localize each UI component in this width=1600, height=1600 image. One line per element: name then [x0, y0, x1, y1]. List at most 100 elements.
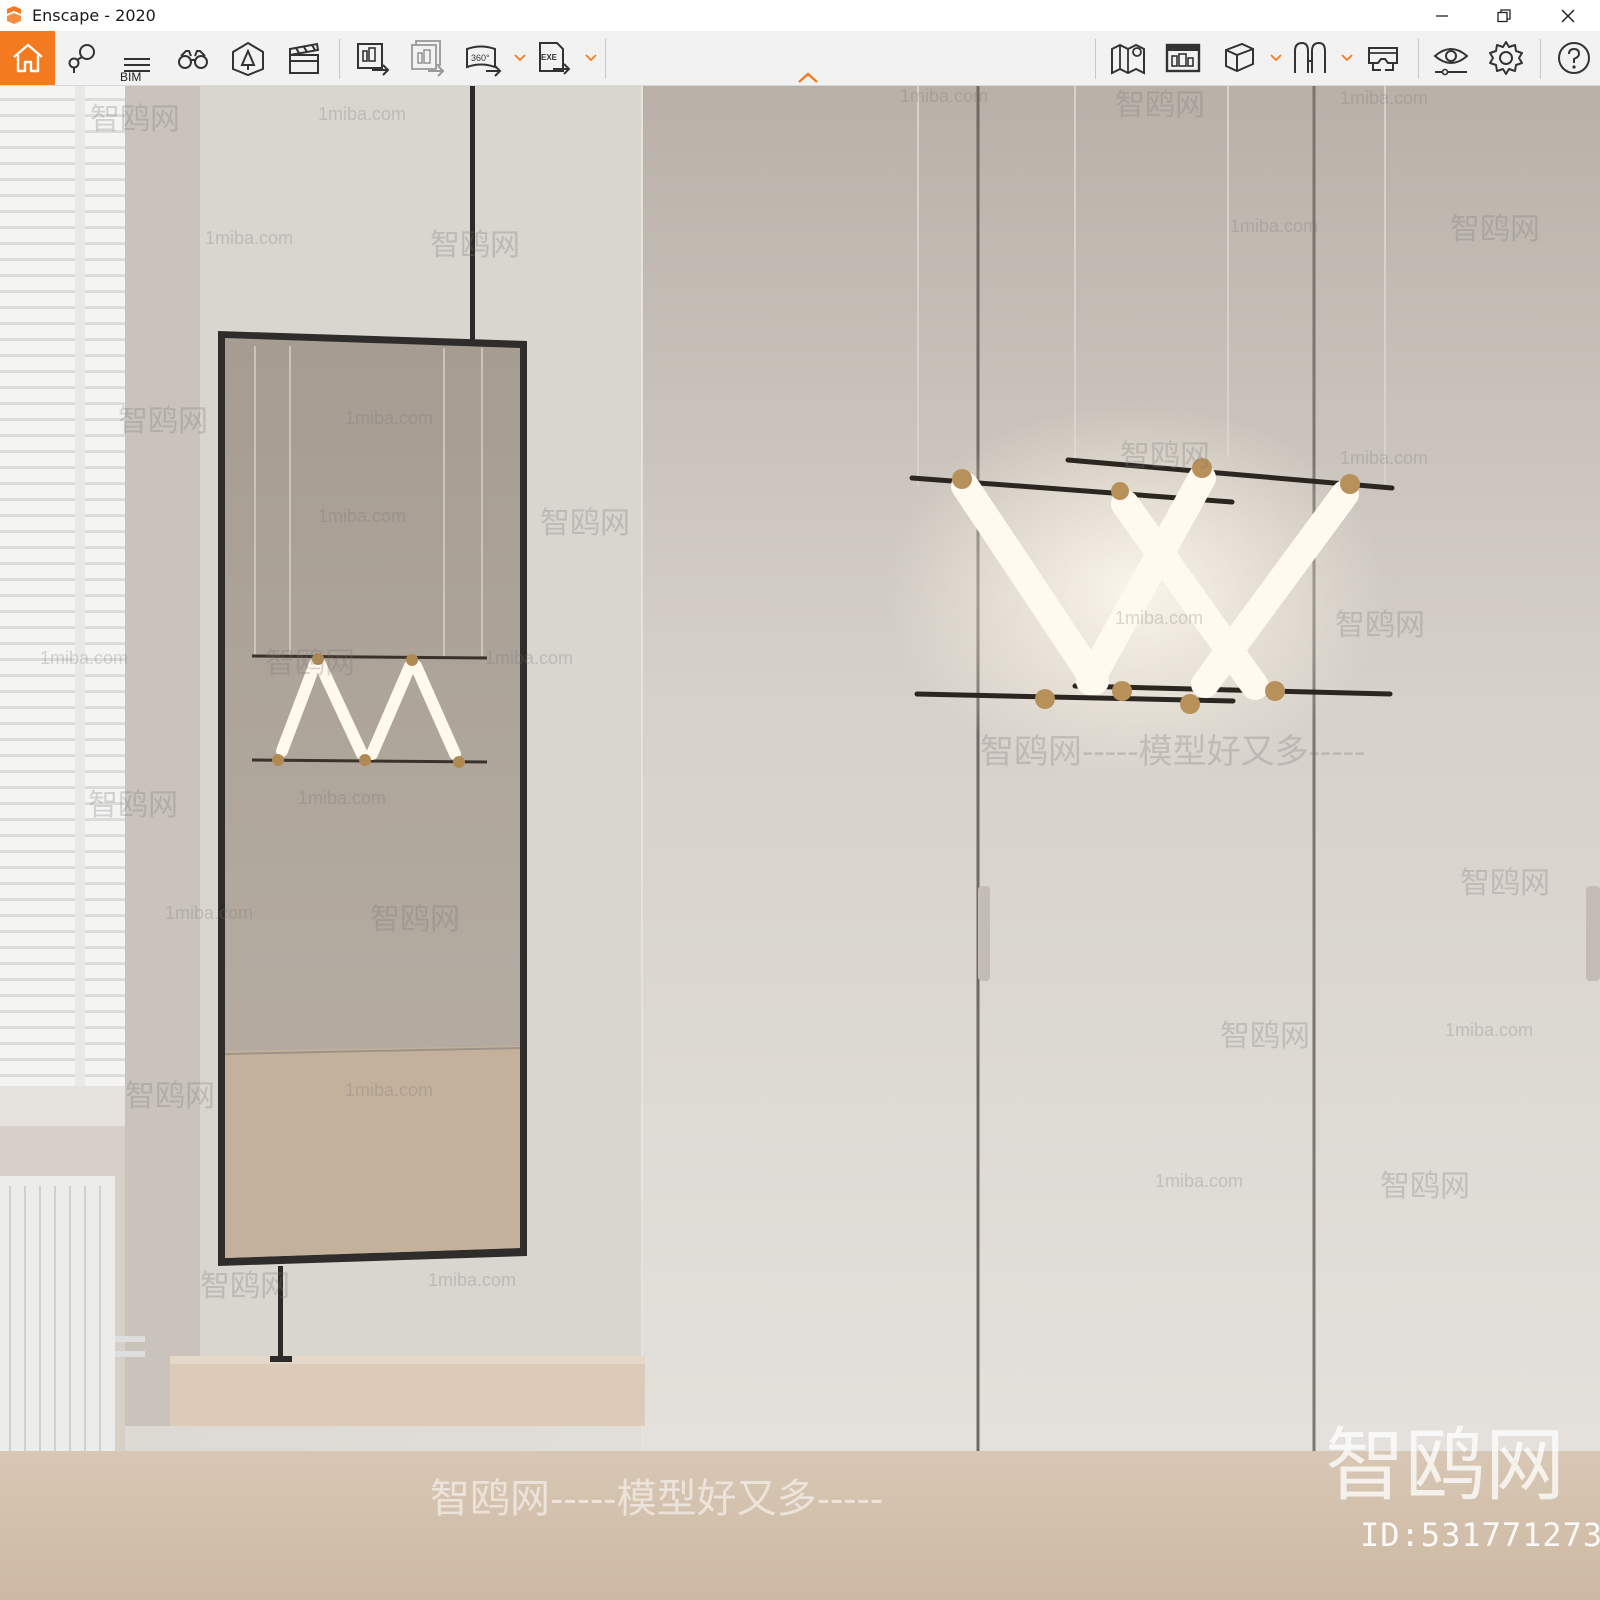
window-title: Enscape - 2020 [32, 6, 156, 25]
toolbar-separator [1095, 39, 1096, 79]
title-bar: Enscape - 2020 [0, 0, 1600, 31]
batch-render-icon [411, 40, 445, 77]
watermark-site: 1miba.com [298, 788, 387, 808]
batch-rendering-button[interactable] [404, 36, 450, 80]
watermark-site: 1miba.com [40, 648, 129, 668]
watermark-site: 1miba.com [345, 1080, 434, 1100]
vr-headset-button[interactable] [1287, 36, 1333, 80]
bim-button[interactable] [114, 36, 160, 80]
watermark-brand: 智鸥网 [1120, 440, 1210, 473]
watermark-brand: 智鸥网 [90, 103, 180, 136]
walk-mode-button[interactable] [170, 36, 216, 80]
minimize-button[interactable] [1416, 0, 1468, 31]
chevron-down-icon [514, 54, 526, 62]
watermark-brand: 智鸥网 [118, 405, 208, 438]
watermark-site: 1miba.com [1230, 216, 1319, 236]
views-button[interactable] [59, 36, 105, 80]
cube-view-button[interactable] [1216, 36, 1262, 80]
rendered-scene-image [0, 86, 1600, 1600]
close-button[interactable] [1542, 0, 1594, 31]
watermark-brand: 智鸥网 [1460, 867, 1550, 900]
watermark-site: 1miba.com [1155, 1171, 1244, 1191]
exe-export-icon: EXE [539, 42, 571, 75]
clapperboard-icon [289, 42, 320, 74]
watermark-brand: 智鸥网 [1115, 89, 1205, 122]
watermark-site: 1miba.com [1445, 1020, 1534, 1040]
panorama-360-icon: 360° [466, 45, 502, 77]
restore-icon [1497, 8, 1511, 22]
render-viewport[interactable]: 1miba.com 1miba.com 1miba.com 智鸥网 智鸥网 1m… [0, 86, 1600, 1600]
watermark-site: 1miba.com [1115, 608, 1204, 628]
chevron-down-icon [1341, 54, 1353, 62]
help-icon [1558, 42, 1590, 74]
watermark-brand: 智鸥网 [1220, 1020, 1310, 1053]
watermark-brand: 智鸥网 [200, 1270, 290, 1303]
visual-settings-button[interactable] [1428, 36, 1474, 80]
web-standalone-button[interactable] [1160, 36, 1206, 80]
watermark-brand: 智鸥网 [430, 229, 520, 262]
chevron-down-icon [585, 54, 597, 62]
watermark-brand: 智鸥网 [88, 789, 178, 822]
help-button[interactable] [1552, 36, 1596, 80]
minimize-icon [1436, 14, 1448, 17]
svg-text:360°: 360° [471, 53, 490, 63]
close-icon [1561, 9, 1575, 22]
vr-mode-icon [1368, 47, 1398, 71]
watermark-site: 1miba.com [165, 903, 254, 923]
watermark-site: 1miba.com [205, 228, 294, 248]
watermark-site: 1miba.com [1340, 448, 1429, 468]
location-pin-icon [68, 44, 95, 73]
chevron-down-icon [1270, 54, 1282, 62]
collapse-toolbar-chevron-up-icon[interactable] [796, 69, 820, 85]
cube-view-dropdown[interactable] [1269, 49, 1283, 67]
watermark-brand: 智鸥网 [125, 1080, 215, 1113]
home-button[interactable] [0, 31, 55, 85]
toolbar-separator [339, 39, 340, 79]
screenshot-button[interactable] [350, 36, 396, 80]
watermark-site: 1miba.com [345, 408, 434, 428]
watermark-site: 1miba.com [318, 506, 407, 526]
watermark-corner-logo: 智鸥网 [1325, 1419, 1565, 1512]
home-icon [12, 43, 43, 73]
map-pin-icon [1111, 43, 1145, 75]
watermark-site: 1miba.com [900, 86, 989, 106]
watermark-brand: 智鸥网 [1450, 213, 1540, 246]
vr-dropdown[interactable] [1340, 49, 1354, 67]
watermark-brand: 智鸥网 [540, 507, 630, 540]
watermark-site: 1miba.com [428, 1270, 517, 1290]
watermark-brand: 智鸥网 [265, 647, 355, 680]
watermark-id: ID:531771273 [1360, 1516, 1600, 1554]
export-dropdown[interactable] [584, 49, 598, 67]
binoculars-icon [178, 50, 208, 69]
vr-headset-outline-icon [1294, 41, 1326, 73]
cube-view-icon [1225, 42, 1254, 73]
export-exe-button[interactable]: EXE [531, 36, 577, 80]
panorama-dropdown[interactable] [513, 49, 527, 67]
assets-house-icon [232, 41, 264, 77]
web-standalone-icon [1165, 43, 1201, 73]
asset-library-button[interactable] [225, 36, 271, 80]
video-editor-button[interactable] [281, 36, 327, 80]
bim-list-icon [124, 58, 150, 72]
toolbar-separator [1540, 39, 1541, 79]
watermark-slogan: 智鸥网-----模型好又多----- [980, 733, 1366, 771]
watermark-brand: 智鸥网 [1335, 609, 1425, 642]
restore-button[interactable] [1478, 0, 1530, 31]
toolbar-separator [1418, 39, 1419, 79]
settings-button[interactable] [1483, 36, 1529, 80]
watermark-brand: 智鸥网 [370, 903, 460, 936]
watermark-brand: 智鸥网 [1380, 1170, 1470, 1203]
watermark-site: 1miba.com [485, 648, 574, 668]
watermark-site: 1miba.com [1340, 88, 1429, 108]
panorama-button[interactable]: 360° [460, 36, 506, 80]
eye-visual-settings-icon [1433, 48, 1469, 76]
gear-icon [1489, 41, 1523, 75]
svg-text:EXE: EXE [541, 53, 558, 62]
watermark-slogan-bottom: 智鸥网-----模型好又多----- [430, 1477, 884, 1521]
watermark-site: 1miba.com [318, 104, 407, 124]
vr-mode-button[interactable] [1360, 36, 1406, 80]
screenshot-export-icon [357, 43, 390, 76]
main-toolbar: BIM 360° EXE [0, 31, 1600, 86]
map-button[interactable] [1105, 36, 1151, 80]
enscape-logo-icon [7, 6, 21, 24]
